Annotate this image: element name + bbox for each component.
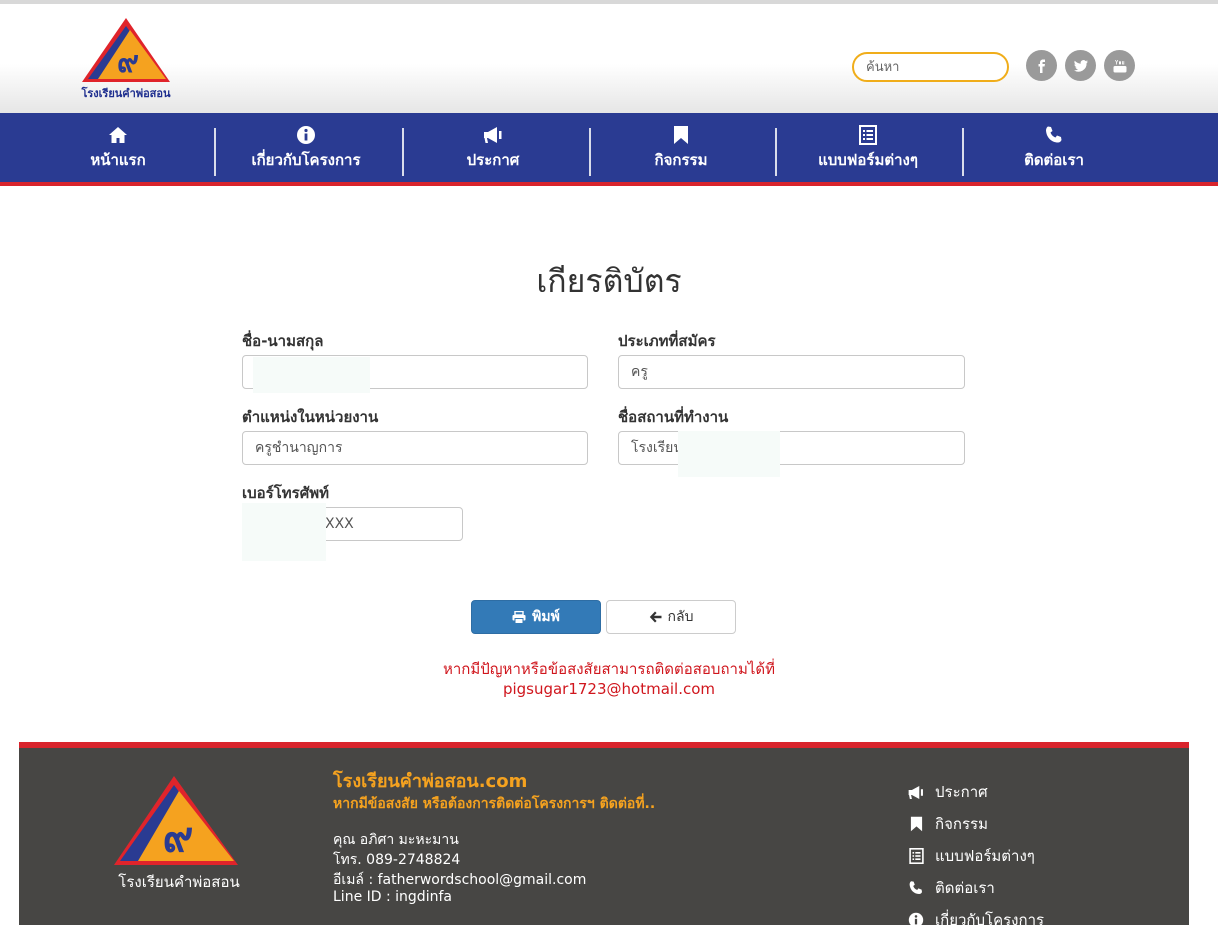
footer-link-announcement[interactable]: ประกาศ <box>907 780 988 804</box>
fullname-label: ชื่อ-นามสกุล <box>242 332 324 350</box>
footer-contact-line: Line ID : ingdinfa <box>333 889 452 905</box>
nav-item-contact[interactable]: ติดต่อเรา <box>990 113 1118 182</box>
footer-contact-email[interactable]: อีเมล์ : fatherwordschool@gmail.com <box>333 869 586 891</box>
search-input[interactable] <box>852 52 1009 82</box>
footer-link-label: ติดต่อเรา <box>935 879 995 897</box>
print-button[interactable]: พิมพ์ <box>471 600 601 634</box>
nav-item-home[interactable]: หน้าแรก <box>60 113 176 182</box>
youtube-icon <box>1113 59 1126 72</box>
nav-divider <box>402 128 404 176</box>
footer-logo: ๙ <box>114 773 242 869</box>
print-button-label: พิมพ์ <box>532 609 560 625</box>
workplace-field[interactable]: โรงเรียน <box>618 431 965 465</box>
twitter-button[interactable] <box>1065 50 1096 81</box>
nav-label: หน้าแรก <box>90 150 146 169</box>
footer-link-label: เกี่ยวกับโครงการ <box>935 911 1045 925</box>
phone-label: เบอร์โทรศัพท์ <box>242 484 330 502</box>
workplace-label: ชื่อสถานที่ทำงาน <box>618 408 729 426</box>
site-footer: ๙ โรงเรียนคำพ่อสอน โรงเรียนคำพ่อสอน.com … <box>19 742 1189 925</box>
position-field[interactable]: ครูชำนาญการ <box>242 431 588 465</box>
nav-divider <box>214 128 216 176</box>
back-button[interactable]: กลับ <box>606 600 736 634</box>
position-label: ตำแหน่งในหน่วยงาน <box>242 408 379 426</box>
footer-logo-text: โรงเรียนคำพ่อสอน <box>118 873 240 891</box>
facebook-button[interactable] <box>1026 50 1057 81</box>
site-header: ๙ โรงเรียนคำพ่อสอน <box>0 0 1218 113</box>
arrow-left-icon <box>649 611 662 623</box>
phone-icon <box>1043 124 1065 146</box>
footer-link-label: กิจกรรม <box>935 815 988 833</box>
list-icon <box>907 847 925 865</box>
applicant-type-field[interactable]: ครู <box>618 355 965 389</box>
footer-link-activities[interactable]: กิจกรรม <box>907 812 988 836</box>
footer-link-forms[interactable]: แบบฟอร์มต่างๆ <box>907 844 1035 868</box>
footer-contact-name: คุณ อภิศา มะหะมาน <box>333 832 459 848</box>
redaction-mask <box>678 431 780 477</box>
home-icon <box>107 124 129 146</box>
site-logo[interactable]: ๙ โรงเรียนคำพ่อสอน <box>78 16 174 102</box>
footer-site-name: โรงเรียนคำพ่อสอน.com <box>333 771 528 792</box>
list-icon <box>857 124 879 146</box>
nav-label: กิจกรรม <box>654 150 708 169</box>
help-notice: หากมีปัญหาหรือข้อสงสัยสามารถติดต่อสอบถาม… <box>442 660 776 678</box>
redaction-mask <box>253 357 370 393</box>
applicant-type-label: ประเภทที่สมัคร <box>618 332 716 350</box>
footer-contact-phone: โทร. 089-2748824 <box>333 852 461 868</box>
twitter-icon <box>1073 59 1088 72</box>
phone-icon <box>907 879 925 897</box>
nav-divider <box>775 128 777 176</box>
nav-label: เกี่ยวกับโครงการ <box>251 150 361 169</box>
bookmark-icon <box>907 815 925 833</box>
page-title: เกียรติบัตร <box>536 262 682 300</box>
nav-divider <box>962 128 964 176</box>
svg-text:๙: ๙ <box>163 812 194 861</box>
printer-icon <box>512 610 526 624</box>
nav-label: ประกาศ <box>466 150 520 169</box>
nav-accent-line <box>0 182 1218 186</box>
nav-item-activities[interactable]: กิจกรรม <box>606 113 756 182</box>
logo-text: โรงเรียนคำพ่อสอน <box>81 87 171 100</box>
megaphone-icon <box>907 783 925 801</box>
bookmark-icon <box>670 124 692 146</box>
redaction-mask <box>242 503 326 561</box>
nav-item-announcement[interactable]: ประกาศ <box>420 113 566 182</box>
main-nav: หน้าแรก เกี่ยวกับโครงการ ประกาศ กิจกรรม … <box>0 113 1218 182</box>
logo-triangle-icon: ๙ <box>82 18 170 82</box>
footer-link-label: ประกาศ <box>935 783 988 801</box>
footer-tagline: หากมีข้อสงสัย หรือต้องการติดต่อโครงการฯ … <box>333 796 656 812</box>
megaphone-icon <box>482 124 504 146</box>
facebook-icon <box>1038 59 1045 73</box>
help-email: pigsugar1723@hotmail.com <box>502 680 716 698</box>
footer-link-contact[interactable]: ติดต่อเรา <box>907 876 995 900</box>
footer-link-label: แบบฟอร์มต่างๆ <box>935 847 1035 865</box>
nav-label: แบบฟอร์มต่างๆ <box>818 150 918 169</box>
nav-item-forms[interactable]: แบบฟอร์มต่างๆ <box>790 113 946 182</box>
info-icon <box>907 911 925 925</box>
footer-link-about[interactable]: เกี่ยวกับโครงการ <box>907 908 1044 925</box>
back-button-label: กลับ <box>667 609 694 625</box>
nav-divider <box>589 128 591 176</box>
logo-triangle-icon: ๙ <box>114 776 238 865</box>
nav-label: ติดต่อเรา <box>1024 150 1084 169</box>
info-icon <box>295 124 317 146</box>
nav-item-about[interactable]: เกี่ยวกับโครงการ <box>226 113 386 182</box>
youtube-button[interactable] <box>1104 50 1135 81</box>
svg-text:๙: ๙ <box>117 45 139 80</box>
